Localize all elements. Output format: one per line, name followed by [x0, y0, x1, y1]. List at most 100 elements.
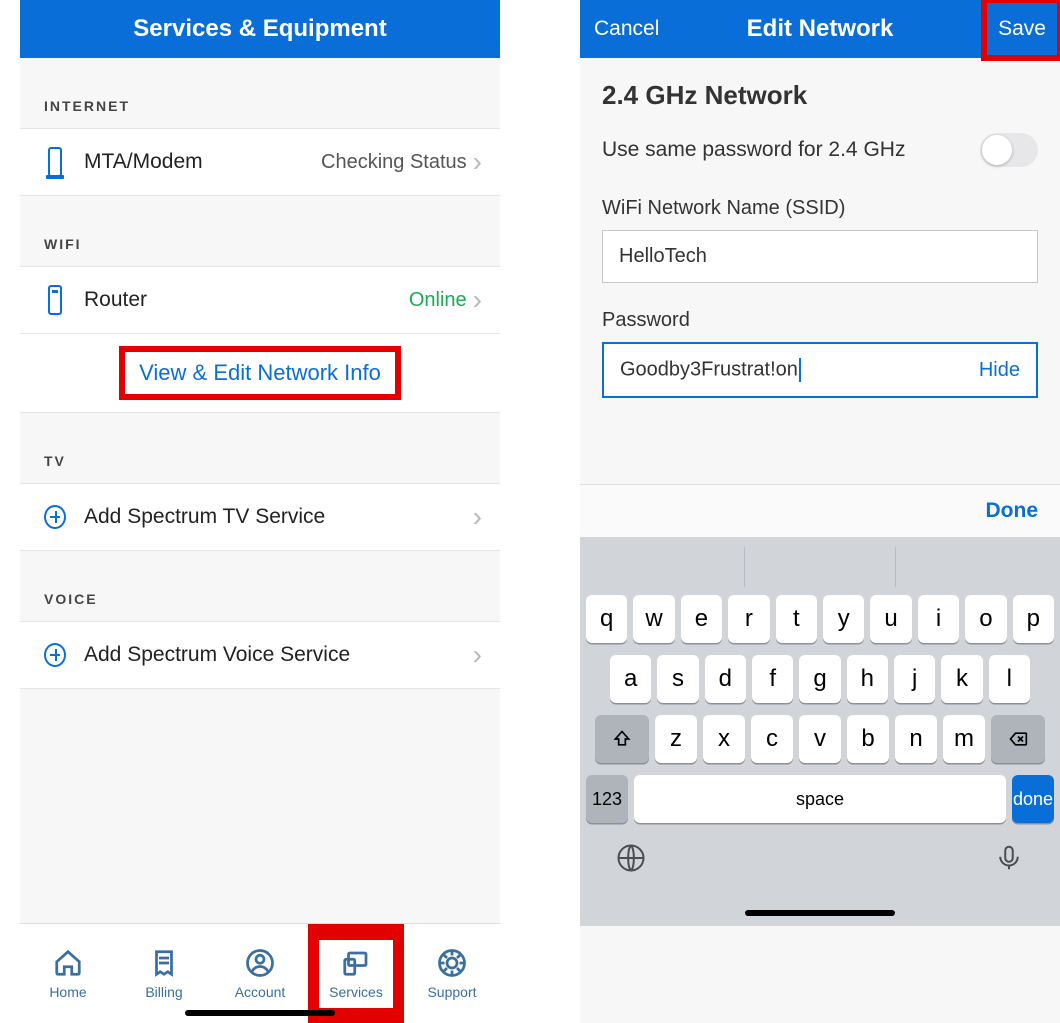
key-s[interactable]: s [657, 655, 698, 703]
suggestion-bar [586, 547, 1054, 595]
section-title: 2.4 GHz Network [602, 80, 1038, 111]
key-z[interactable]: z [655, 715, 697, 763]
text-cursor [799, 358, 801, 382]
same-password-row: Use same password for 2.4 GHz [602, 133, 1038, 167]
router-icon [44, 283, 66, 317]
router-status: Online [409, 289, 467, 312]
key-i[interactable]: i [918, 595, 959, 643]
key-n[interactable]: n [895, 715, 937, 763]
key-g[interactable]: g [799, 655, 840, 703]
tab-home[interactable]: Home [20, 924, 116, 1023]
key-m[interactable]: m [943, 715, 985, 763]
tab-label: Home [49, 984, 86, 1000]
modem-status: Checking Status [321, 151, 467, 174]
header-bar: Services & Equipment [20, 0, 500, 58]
plus-icon [44, 500, 66, 534]
key-w[interactable]: w [633, 595, 674, 643]
tv-label: Add Spectrum TV Service [84, 505, 467, 529]
modem-row[interactable]: MTA/Modem Checking Status › [20, 128, 500, 196]
ssid-input[interactable]: HelloTech [602, 230, 1038, 283]
tab-label: Billing [145, 984, 182, 1000]
page-title: Edit Network [747, 15, 894, 43]
same-password-toggle[interactable] [980, 133, 1038, 167]
key-l[interactable]: l [989, 655, 1030, 703]
router-label: Router [84, 288, 409, 312]
key-q[interactable]: q [586, 595, 627, 643]
globe-key[interactable] [616, 843, 646, 878]
keyboard-row-1: qwertyuiop [586, 595, 1054, 643]
key-j[interactable]: j [894, 655, 935, 703]
mic-key[interactable] [994, 843, 1024, 878]
home-indicator[interactable] [745, 910, 895, 916]
tab-label: Support [427, 984, 476, 1000]
key-a[interactable]: a [610, 655, 651, 703]
chevron-right-icon: › [473, 503, 482, 531]
add-tv-row[interactable]: Add Spectrum TV Service › [20, 483, 500, 551]
account-icon [245, 948, 275, 978]
section-header-voice: VOICE [20, 551, 500, 621]
ssid-value: HelloTech [619, 245, 707, 267]
key-y[interactable]: y [823, 595, 864, 643]
tab-account[interactable]: Account [212, 924, 308, 1023]
edit-network-screen: Cancel Edit Network Save 2.4 GHz Network… [580, 0, 1060, 1023]
toggle-label: Use same password for 2.4 GHz [602, 138, 980, 162]
chevron-right-icon: › [473, 286, 482, 314]
chevron-right-icon: › [473, 641, 482, 669]
modem-label: MTA/Modem [84, 150, 321, 174]
password-value: Goodby3Frustrat!on [620, 358, 979, 382]
key-d[interactable]: d [705, 655, 746, 703]
chevron-right-icon: › [473, 148, 482, 176]
section-header-wifi: WIFI [20, 196, 500, 266]
page-title: Services & Equipment [133, 15, 386, 43]
header-bar: Cancel Edit Network Save [580, 0, 1060, 58]
backspace-key[interactable] [991, 715, 1045, 763]
shift-key[interactable] [595, 715, 649, 763]
key-u[interactable]: u [870, 595, 911, 643]
section-header-tv: TV [20, 413, 500, 483]
cancel-button[interactable]: Cancel [580, 0, 673, 58]
password-label: Password [602, 309, 1038, 332]
keyboard-row-3: zxcvbnm [586, 715, 1054, 763]
numbers-key[interactable]: 123 [586, 775, 628, 823]
form-content: 2.4 GHz Network Use same password for 2.… [580, 58, 1060, 424]
services-icon [341, 948, 371, 978]
billing-icon [149, 948, 179, 978]
password-input[interactable]: Goodby3Frustrat!on Hide [602, 342, 1038, 398]
tab-services[interactable]: Services [308, 924, 404, 1023]
router-row[interactable]: Router Online › [20, 266, 500, 334]
keyboard: qwertyuiop asdfghjkl zxcvbnm 123 space d… [580, 537, 1060, 926]
services-equipment-screen: Services & Equipment INTERNET MTA/Modem … [20, 0, 500, 1023]
tab-label: Account [235, 984, 286, 1000]
key-f[interactable]: f [752, 655, 793, 703]
hide-password-button[interactable]: Hide [979, 359, 1020, 382]
key-h[interactable]: h [847, 655, 888, 703]
tab-bar: Home Billing Account Services Support [20, 923, 500, 1023]
key-o[interactable]: o [965, 595, 1006, 643]
tab-billing[interactable]: Billing [116, 924, 212, 1023]
home-icon [53, 948, 83, 978]
key-c[interactable]: c [751, 715, 793, 763]
keyboard-accessory: Done [580, 484, 1060, 537]
key-r[interactable]: r [728, 595, 769, 643]
keyboard-row-2: asdfghjkl [586, 655, 1054, 703]
key-x[interactable]: x [703, 715, 745, 763]
home-indicator[interactable] [185, 1010, 335, 1016]
modem-icon [44, 145, 66, 179]
save-button[interactable]: Save [984, 0, 1060, 58]
key-e[interactable]: e [681, 595, 722, 643]
key-t[interactable]: t [776, 595, 817, 643]
done-accessory-button[interactable]: Done [986, 499, 1039, 522]
view-edit-network-link[interactable]: View & Edit Network Info [125, 352, 395, 394]
keyboard-row-4: 123 space done [586, 775, 1054, 823]
section-header-internet: INTERNET [20, 58, 500, 128]
key-k[interactable]: k [941, 655, 982, 703]
key-p[interactable]: p [1013, 595, 1054, 643]
key-b[interactable]: b [847, 715, 889, 763]
support-icon [437, 948, 467, 978]
tab-support[interactable]: Support [404, 924, 500, 1023]
add-voice-row[interactable]: Add Spectrum Voice Service › [20, 621, 500, 689]
space-key[interactable]: space [634, 775, 1006, 823]
key-v[interactable]: v [799, 715, 841, 763]
done-key[interactable]: done [1012, 775, 1054, 823]
voice-label: Add Spectrum Voice Service [84, 643, 467, 667]
